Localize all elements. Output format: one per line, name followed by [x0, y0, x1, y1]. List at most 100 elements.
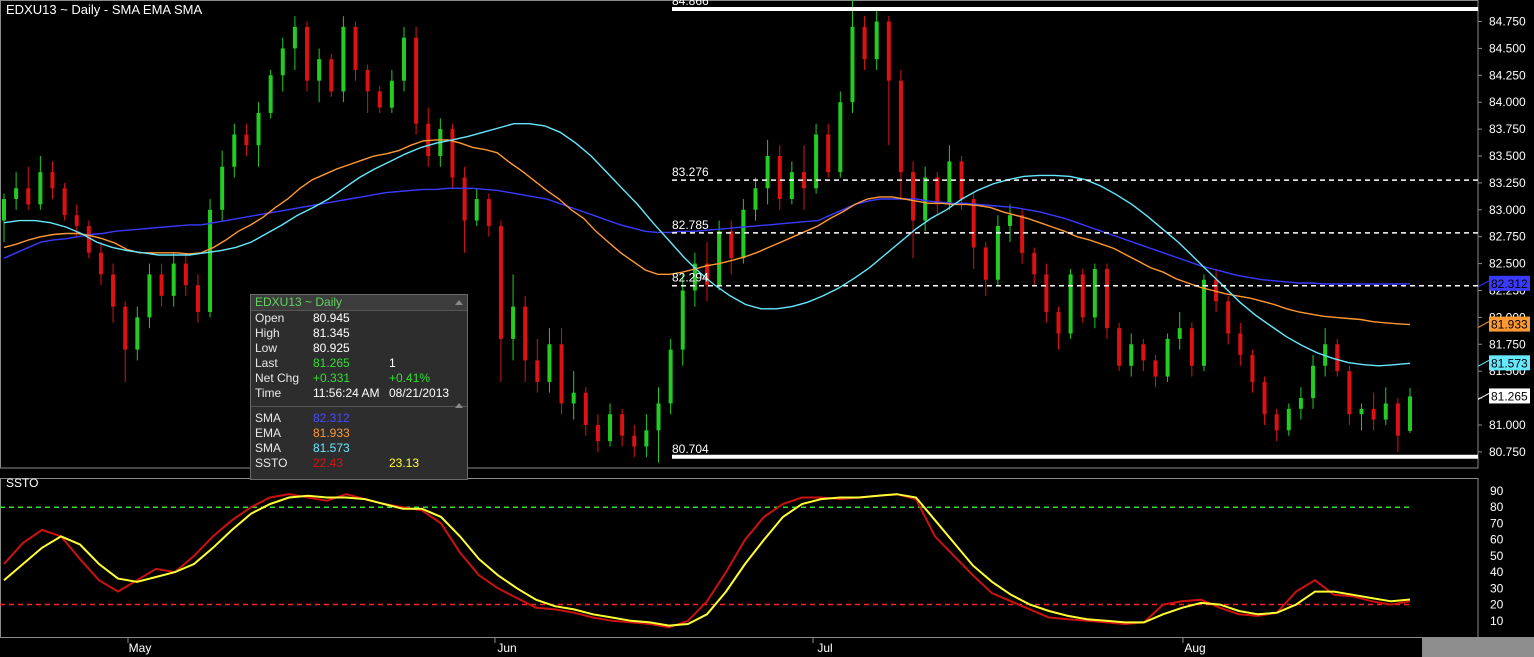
candle-body — [511, 306, 516, 339]
candle-body — [620, 414, 625, 436]
price-tag-label: 81.265 — [1491, 389, 1528, 403]
candle-body — [1020, 215, 1025, 253]
chart-canvas[interactable]: 84.866 83.276 82.785 82.294 80.704 84.750 84.5… — [0, 0, 1534, 657]
data-row: Open 80.945 — [251, 311, 467, 326]
candle-body — [208, 209, 213, 312]
candle-body — [280, 48, 285, 76]
candle-body — [1335, 344, 1340, 372]
row-value: 1 — [389, 356, 396, 370]
candle-body — [547, 344, 552, 382]
candle-body — [256, 112, 261, 146]
candle-body — [86, 225, 91, 253]
candle-body — [644, 430, 649, 447]
ssto-line — [3, 493, 1411, 629]
price-panel-frame — [0, 0, 1479, 469]
ssto-line — [3, 493, 1411, 627]
candle-body — [1117, 328, 1122, 366]
price-tick-label: 81.000 — [1489, 418, 1526, 432]
candle-body — [1371, 408, 1376, 420]
collapse-icon[interactable] — [455, 300, 463, 305]
price-tag-label: 81.573 — [1491, 356, 1528, 370]
candle-body — [729, 231, 734, 259]
candle-body — [377, 91, 382, 108]
candle-body — [559, 344, 564, 404]
candle-body — [898, 80, 903, 173]
candle-body — [935, 177, 940, 205]
candle-body — [995, 225, 1000, 280]
candle-body — [135, 317, 140, 350]
price-tag-pointer — [1477, 321, 1490, 329]
row-label: Time — [255, 386, 282, 400]
candle-body — [450, 129, 455, 178]
price-tick-label: 81.750 — [1489, 337, 1526, 351]
candle-body — [389, 80, 394, 108]
collapse-icon[interactable] — [455, 403, 463, 408]
candle-body — [1068, 274, 1073, 334]
chart-title: EDXU13 ~ Daily - SMA EMA SMA — [6, 2, 203, 17]
candle-body — [1080, 274, 1085, 318]
candle-body — [62, 188, 67, 216]
ssto-panel-label: SSTO — [6, 476, 39, 490]
candle-body — [583, 392, 588, 425]
candle-body — [305, 26, 310, 81]
row-value: 80.945 — [313, 311, 350, 325]
candle-body — [317, 59, 322, 81]
price-tick-label: 84.500 — [1489, 41, 1526, 55]
data-window-header[interactable]: EDXU13 ~ Daily — [251, 295, 467, 311]
data-row: SMA 82.312 — [251, 411, 467, 426]
row-value: 80.925 — [313, 341, 350, 355]
candle-body — [1226, 301, 1231, 334]
candle-body — [462, 177, 467, 221]
row-value: +0.41% — [389, 371, 431, 385]
candle-body — [1189, 328, 1194, 366]
candle-body — [1008, 215, 1013, 226]
candle-body — [1177, 328, 1182, 339]
candle-body — [341, 26, 346, 92]
candle-body — [1383, 403, 1388, 420]
data-row: SMA 81.573 — [251, 441, 467, 456]
horizontal-scrollbar[interactable] — [1422, 637, 1534, 657]
price-tick-label: 84.000 — [1489, 95, 1526, 109]
candle-body — [1274, 414, 1279, 431]
candle-body — [474, 199, 479, 221]
price-tick-label: 83.000 — [1489, 203, 1526, 217]
candle-body — [111, 274, 116, 307]
price-tick-label: 80.750 — [1489, 445, 1526, 459]
price-tick-label: 83.250 — [1489, 176, 1526, 190]
row-label: SMA — [255, 411, 282, 425]
candle-body — [862, 26, 867, 60]
candle-body — [1044, 274, 1049, 312]
candle-body — [159, 274, 164, 296]
ssto-tick-label: 50 — [1490, 549, 1504, 563]
candle-body — [1165, 338, 1170, 377]
candle-body — [147, 274, 152, 318]
month-label: Jun — [497, 641, 516, 655]
price-tick-label: 82.750 — [1489, 230, 1526, 244]
candle-body — [1250, 355, 1255, 382]
candle-body — [401, 37, 406, 81]
price-tag-pointer — [1477, 393, 1490, 400]
candle-body — [220, 166, 225, 210]
row-label: EMA — [255, 426, 282, 440]
candle-body — [668, 349, 673, 404]
data-row: EMA 81.933 — [251, 426, 467, 441]
ssto-tick-label: 20 — [1490, 598, 1504, 612]
data-row: Time 11:56:24 AM 08/21/2013 — [251, 386, 467, 401]
candle-body — [838, 102, 843, 173]
row-value: 81.265 — [313, 356, 350, 370]
candle-body — [1092, 268, 1097, 318]
candle-body — [523, 306, 528, 361]
candle-body — [571, 392, 576, 404]
row-value: 81.345 — [313, 326, 350, 340]
candle-body — [183, 263, 188, 286]
month-label: Jul — [817, 641, 832, 655]
data-row: Low 80.925 — [251, 341, 467, 356]
price-tick-label: 84.750 — [1489, 15, 1526, 29]
candle-body — [1347, 371, 1352, 415]
candle-body — [765, 156, 770, 189]
ssto-tick-label: 30 — [1490, 581, 1504, 595]
row-label: SMA — [255, 441, 282, 455]
data-window[interactable]: EDXU13 ~ Daily Open 80.945 High 81.345 Low 80… — [250, 294, 468, 480]
data-row: High 81.345 — [251, 326, 467, 341]
candle-body — [50, 172, 55, 189]
